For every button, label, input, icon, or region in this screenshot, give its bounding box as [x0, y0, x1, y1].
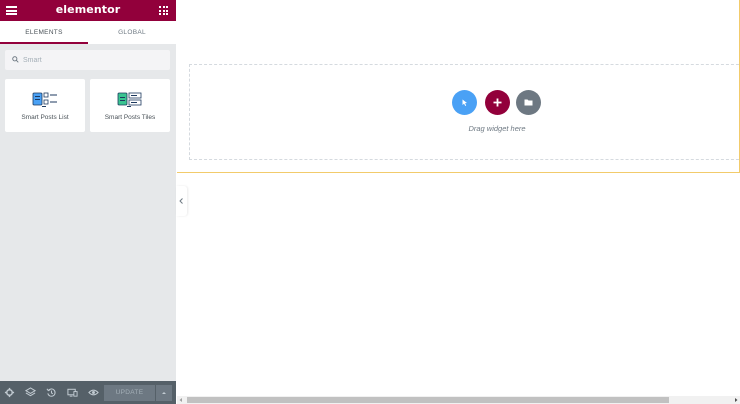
- widget-label: Smart Posts Tiles: [104, 114, 156, 121]
- smart-posts-list-icon: [32, 92, 57, 107]
- add-section-button[interactable]: [485, 90, 510, 115]
- navigator-layers-icon[interactable]: [25, 387, 36, 398]
- update-button[interactable]: UPDATE: [104, 385, 155, 401]
- preview-eye-icon[interactable]: [88, 387, 99, 398]
- plus-icon: [493, 98, 502, 107]
- search-icon: [12, 55, 19, 63]
- widgets-grid-icon[interactable]: [159, 6, 168, 15]
- editor-panel: elementor ELEMENTS GLOBAL Smart Smart Po…: [0, 0, 176, 404]
- smart-posts-tiles-icon: [117, 92, 142, 107]
- search-box: [5, 50, 170, 70]
- panel-tabs: ELEMENTS GLOBAL: [0, 21, 176, 44]
- panel-collapse-toggle[interactable]: [176, 186, 187, 216]
- settings-icon[interactable]: [4, 387, 15, 398]
- search-input[interactable]: [23, 50, 163, 70]
- history-icon[interactable]: [46, 387, 57, 398]
- add-template-button[interactable]: [516, 90, 541, 115]
- scroll-left-arrow-icon[interactable]: [178, 397, 184, 403]
- drag-widget-hint: Drag widget here: [468, 124, 526, 133]
- panel-footer: UPDATE: [0, 381, 176, 404]
- scrollbar-thumb[interactable]: [187, 397, 669, 403]
- tab-global[interactable]: GLOBAL: [88, 21, 176, 44]
- widget-smart-posts-tiles[interactable]: Smart Posts Tiles: [90, 79, 170, 132]
- widget-label: Smart Posts List: [21, 114, 69, 121]
- panel-header: elementor: [0, 0, 176, 21]
- tab-elements[interactable]: ELEMENTS: [0, 21, 88, 44]
- elementor-logo: elementor: [55, 3, 121, 16]
- folder-icon: [524, 99, 533, 106]
- scroll-right-arrow-icon[interactable]: [733, 397, 739, 403]
- horizontal-scrollbar[interactable]: [177, 396, 740, 404]
- editor-root: elementor ELEMENTS GLOBAL Smart Smart Po…: [0, 0, 740, 404]
- caret-up-icon: [162, 392, 166, 394]
- widget-smart-posts-list[interactable]: Smart Posts List: [5, 79, 85, 132]
- navigator-button[interactable]: [452, 90, 477, 115]
- cursor-arrow-icon: [462, 99, 467, 106]
- save-options-button[interactable]: [156, 385, 172, 401]
- chevron-left-icon: [179, 198, 183, 204]
- responsive-mode-icon[interactable]: [67, 387, 78, 398]
